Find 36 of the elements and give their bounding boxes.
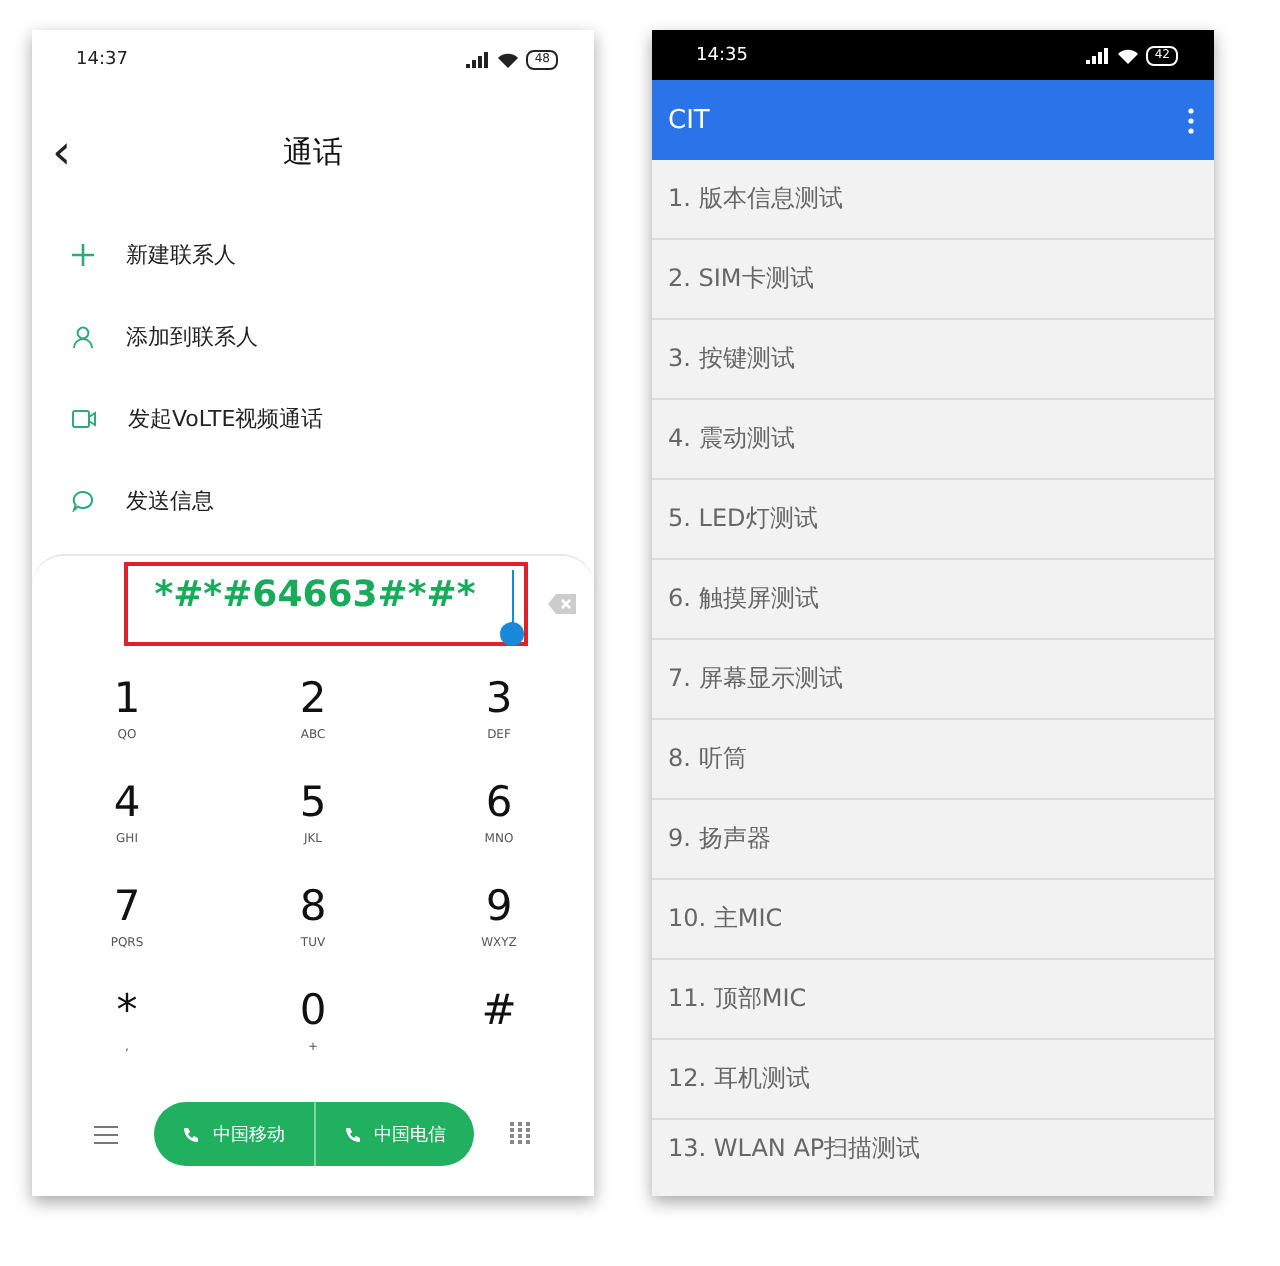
wifi-icon bbox=[1118, 47, 1139, 63]
test-list-item[interactable]: 5. LED灯测试 bbox=[652, 480, 1214, 560]
wifi-icon bbox=[498, 52, 519, 68]
test-list-item[interactable]: 11. 顶部MIC bbox=[652, 960, 1214, 1040]
chat-bubble-icon bbox=[72, 490, 94, 512]
test-list-item[interactable]: 6. 触摸屏测试 bbox=[652, 560, 1214, 640]
test-list-item[interactable]: 3. 按键测试 bbox=[652, 320, 1214, 400]
screen-title: 通话 bbox=[283, 133, 343, 171]
back-button[interactable]: ‹ bbox=[52, 124, 72, 180]
test-list-item[interactable]: 8. 听筒 bbox=[652, 720, 1214, 800]
test-list-item[interactable]: 4. 震动测试 bbox=[652, 400, 1214, 480]
action-label[interactable]: 新建联系人 bbox=[126, 240, 236, 270]
action-label[interactable]: 发起VoLTE视频通话 bbox=[128, 404, 324, 434]
test-list-item[interactable]: 13. WLAN AP扫描测试 bbox=[652, 1120, 1214, 1196]
phone-icon bbox=[343, 1125, 362, 1143]
test-list-item[interactable]: 10. 主MIC bbox=[652, 880, 1214, 960]
keypad-icon[interactable] bbox=[510, 1121, 532, 1147]
test-list-item[interactable]: 1. 版本信息测试 bbox=[652, 160, 1214, 240]
menu-icon[interactable] bbox=[94, 1125, 118, 1143]
person-icon bbox=[72, 326, 94, 348]
status-time: 14:35 bbox=[696, 45, 748, 65]
status-time: 14:37 bbox=[76, 50, 128, 70]
test-list-item[interactable]: 7. 屏幕显示测试 bbox=[652, 640, 1214, 720]
signal-icon bbox=[1086, 47, 1111, 63]
test-list-item[interactable]: 12. 耳机测试 bbox=[652, 1040, 1214, 1120]
video-camera-icon bbox=[72, 410, 96, 428]
plus-icon bbox=[72, 244, 94, 266]
action-label[interactable]: 添加到联系人 bbox=[126, 322, 258, 352]
dial-key[interactable]: # bbox=[406, 978, 592, 1082]
signal-icon bbox=[466, 52, 491, 68]
more-options-icon[interactable] bbox=[1188, 107, 1194, 133]
action-label[interactable]: 发送信息 bbox=[126, 486, 214, 516]
phone-icon bbox=[182, 1125, 201, 1143]
app-title: CIT bbox=[668, 105, 710, 135]
test-list-item[interactable]: 2. SIM卡测试 bbox=[652, 240, 1214, 320]
test-list-item[interactable]: 9. 扬声器 bbox=[652, 800, 1214, 880]
